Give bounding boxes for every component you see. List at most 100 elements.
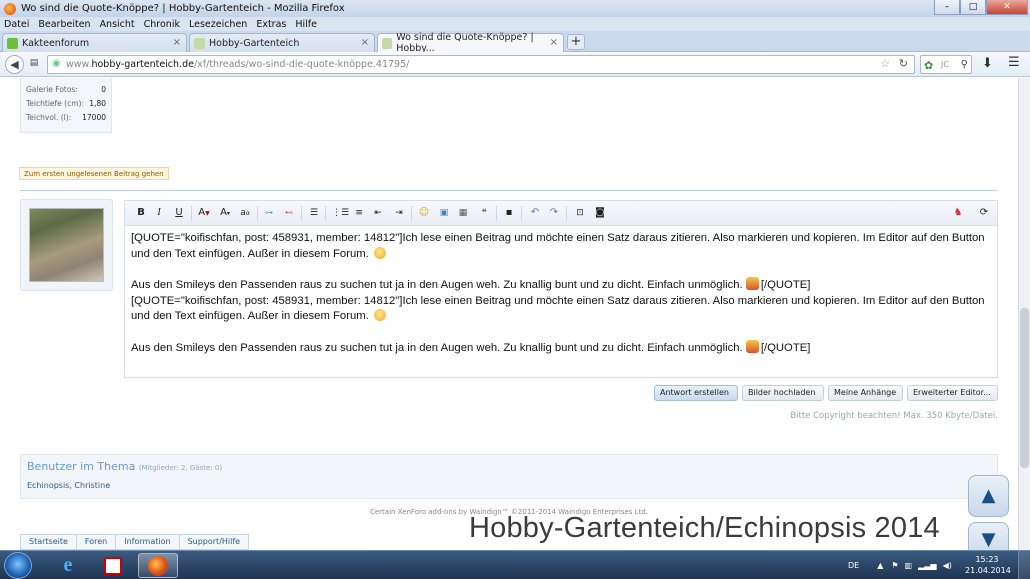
underline-icon[interactable]: U (171, 205, 187, 221)
quote-close-tag: [/QUOTE] (760, 341, 811, 354)
bullet-list-icon[interactable]: ⋮☰ (332, 205, 349, 221)
tab-strip: Kakteenforum × Hobby-Gartenteich × Wo si… (0, 31, 1030, 54)
italic-icon[interactable]: I (151, 205, 167, 221)
breadcrumb-item-information[interactable]: Information (115, 534, 179, 550)
start-button[interactable] (4, 552, 32, 579)
toggle-editor-icon[interactable]: ⟳ (976, 205, 992, 221)
network-icon[interactable]: ▥ (905, 561, 913, 570)
smiley-icon[interactable]: ☺ (416, 205, 432, 221)
back-button[interactable]: ◀ (5, 55, 24, 74)
search-input[interactable]: ✿ JC ⚲ (920, 55, 972, 74)
font-size-icon[interactable]: A▾ (217, 205, 233, 221)
font-family-icon[interactable]: aα (237, 205, 253, 221)
reply-editor[interactable]: B I U A▼ A▾ aα ⊶ ⊷ ☰ ⋮☰ ≡ ⇤ ⇥ ☺ ▣ ▦ ❝ ▪ … (124, 200, 998, 378)
page-content: Galerie Fotos: 0 Teichtiefe (cm): 1,80 Tei… (0, 78, 1018, 550)
outdent-icon[interactable]: ⇤ (370, 205, 386, 221)
advanced-editor-button[interactable]: Erweiterter Editor... (907, 385, 998, 401)
menu-hilfe[interactable]: Hilfe (295, 19, 317, 30)
menu-extras[interactable]: Extras (256, 19, 286, 30)
clock-date: 21.04.2014 (965, 566, 1011, 575)
volume-icon[interactable]: ◀) (943, 561, 952, 570)
menu-datei[interactable]: Datei (4, 19, 29, 30)
close-tab-icon[interactable]: × (361, 37, 369, 48)
first-unread-button[interactable]: Zum ersten ungelesenen Beitrag gehen (19, 167, 169, 180)
reload-icon[interactable]: ↻ (899, 57, 908, 70)
redo-icon[interactable]: ↷ (546, 205, 562, 221)
signal-icon[interactable]: ▂▃▅ (918, 561, 936, 570)
system-tray: DE ▲ ⚑ ▥ ▂▃▅ ◀) (848, 551, 952, 579)
tray-expand-icon[interactable]: ▲ (877, 561, 883, 570)
shrug-smiley-icon (745, 339, 759, 353)
firefox-taskbar-icon[interactable] (138, 553, 178, 578)
url-bar[interactable]: ◉ www. hobby-gartenteich.de/xf/threads/wo… (47, 55, 915, 74)
menu-bearbeiten[interactable]: Bearbeiten (38, 19, 90, 30)
editor-content[interactable]: [QUOTE="koifischfan, post: 458931, membe… (131, 231, 989, 356)
stat-value: 1,80 (89, 98, 106, 108)
close-window-button[interactable]: ✕ (986, 0, 1028, 15)
font-color-icon[interactable]: A▼ (196, 205, 212, 221)
spellcheck-icon[interactable]: ♞ (950, 205, 966, 221)
show-desktop-button[interactable] (1018, 551, 1030, 579)
url-path: /xf/threads/wo-sind-die-quote-knöppe.417… (193, 59, 410, 70)
clock[interactable]: 15:23 21.04.2014 (965, 554, 1011, 576)
bookmark-star-icon[interactable]: ☆ (880, 57, 890, 70)
quote-text: Aus den Smileys den Passenden raus zu su… (131, 279, 743, 291)
quote-icon[interactable]: ❝ (476, 205, 492, 221)
acrobat-icon[interactable] (93, 553, 133, 578)
breadcrumb-item-startseite[interactable]: Startseite (20, 534, 76, 550)
tab-quote-knoeppe[interactable]: Wo sind die Quote-Knöppe? | Hobby... × (377, 32, 564, 54)
users-names[interactable]: Echinopsis, Christine (27, 481, 110, 490)
menu-hamburger-icon[interactable]: ☰ (1008, 55, 1020, 70)
close-tab-icon[interactable]: × (173, 37, 181, 48)
minimize-button[interactable]: – (934, 0, 960, 15)
tab-kakteenforum[interactable]: Kakteenforum × (2, 33, 187, 52)
menu-chronik[interactable]: Chronik (144, 19, 180, 30)
upload-images-button[interactable]: Bilder hochladen (742, 385, 824, 401)
avatar[interactable] (29, 208, 104, 282)
menu-lesezeichen[interactable]: Lesezeichen (189, 19, 247, 30)
camera-icon[interactable]: ◙ (592, 205, 608, 221)
save-draft-icon[interactable]: ▪ (501, 205, 517, 221)
taskbar: e DE ▲ ⚑ ▥ ▂▃▅ ◀) 15:23 21.04.2014 (0, 550, 1030, 579)
image-icon[interactable]: ▣ (436, 205, 452, 221)
close-tab-icon[interactable]: × (550, 37, 558, 48)
users-in-thread-box: Benutzer im Thema (Mitglieder: 2, Gäste:… (20, 454, 998, 499)
bold-icon[interactable]: B (133, 205, 149, 221)
firefox-icon (4, 2, 16, 15)
scrollbar-thumb[interactable] (1020, 308, 1029, 468)
stat-row: Teichvol. (l): 17000 (26, 110, 106, 124)
internet-explorer-icon[interactable]: e (48, 553, 88, 578)
quote-text: [QUOTE="koifischfan, post: 458931, membe… (131, 294, 985, 323)
media-icon[interactable]: ▦ (455, 205, 471, 221)
my-attachments-button[interactable]: Meine Anhänge (828, 385, 903, 401)
breadcrumb-item-foren[interactable]: Foren (75, 534, 116, 550)
scroll-to-bottom-button[interactable]: ▼ (968, 522, 1009, 550)
flag-icon[interactable]: ⚑ (891, 561, 898, 570)
identity-icon[interactable]: ▤ (27, 55, 41, 74)
numbered-list-icon[interactable]: ≡ (351, 205, 367, 221)
new-tab-button[interactable]: + (567, 34, 585, 50)
scroll-to-top-button[interactable]: ▲ (968, 475, 1009, 517)
language-indicator[interactable]: DE (848, 561, 859, 570)
undo-icon[interactable]: ↶ (527, 205, 543, 221)
page-scrollbar[interactable] (1018, 78, 1030, 550)
indent-icon[interactable]: ⇥ (391, 205, 407, 221)
stat-label: Teichvol. (l): (26, 112, 72, 122)
download-icon[interactable]: ⬇ (982, 56, 993, 71)
search-icon[interactable]: ⚲ (961, 56, 968, 73)
link-icon[interactable]: ⊶ (261, 205, 277, 221)
navigation-bar: ◀ ▤ ◉ www. hobby-gartenteich.de/xf/thread… (0, 52, 1030, 77)
clock-time: 15:23 (975, 555, 999, 564)
search-engine-icon: ✿ (924, 59, 934, 72)
tab-favicon-icon (7, 37, 18, 49)
tab-hobby-gartenteich[interactable]: Hobby-Gartenteich × (189, 33, 375, 52)
align-left-icon[interactable]: ☰ (306, 205, 322, 221)
reply-button[interactable]: Antwort erstellen (654, 385, 738, 401)
avatar-box (20, 199, 113, 291)
bbcode-icon[interactable]: ⊡ (572, 205, 588, 221)
breadcrumb-item-support[interactable]: Support/Hilfe (178, 534, 250, 550)
menu-bar: Datei Bearbeiten Ansicht Chronik Lesezei… (0, 17, 1030, 31)
unlink-icon[interactable]: ⊷ (281, 205, 297, 221)
maximize-button[interactable]: □ (960, 0, 986, 15)
menu-ansicht[interactable]: Ansicht (100, 19, 135, 30)
